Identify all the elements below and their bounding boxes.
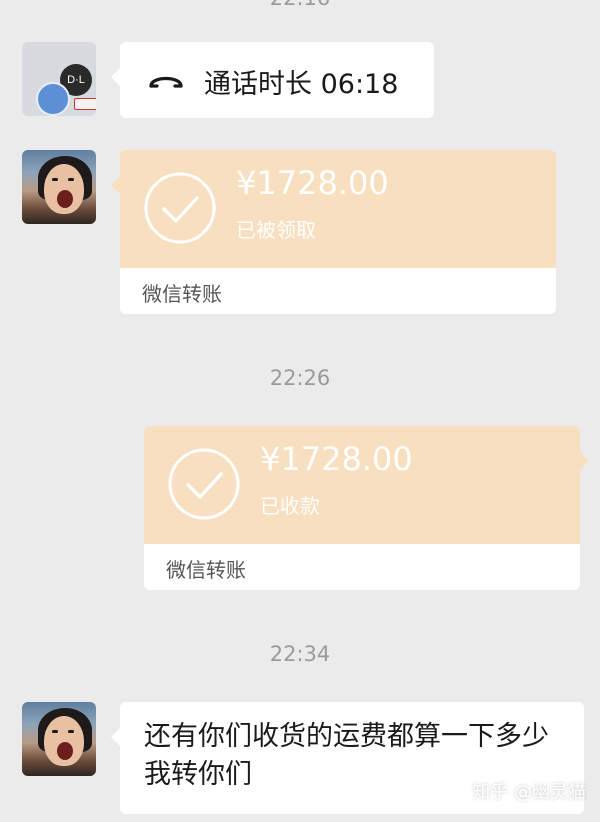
avatar-contact-photo[interactable] (22, 150, 96, 224)
logo-circle-icon (36, 82, 70, 116)
transfer-card-footer: 微信转账 (120, 268, 556, 314)
timestamp-top: 22:16 (0, 0, 600, 10)
logo-badge-icon (74, 98, 96, 110)
call-duration-bubble[interactable]: 通话时长 06:18 (111, 42, 434, 118)
timestamp-middle: 22:26 (269, 366, 331, 390)
zhihu-watermark: 知乎 @幽灵猫 (472, 782, 586, 803)
avatar-contact-logo[interactable]: D·L (22, 42, 96, 116)
transfer-status: 已被领取 (236, 218, 316, 242)
transfer-card-header: ¥1728.00 已被领取 (120, 150, 556, 268)
check-circle-icon (168, 448, 240, 520)
transfer-label: 微信转账 (142, 282, 222, 306)
transfer-card-header: ¥1728.00 已收款 (144, 426, 580, 544)
wechat-transfer-card-incoming[interactable]: ¥1728.00 已被领取 微信转账 (111, 150, 556, 314)
transfer-card-footer: 微信转账 (144, 544, 580, 590)
wechat-transfer-card-outgoing[interactable]: ¥1728.00 已收款 微信转账 (144, 426, 589, 590)
call-duration-text: 通话时长 06:18 (204, 69, 399, 100)
timestamp-bottom: 22:34 (269, 642, 331, 666)
transfer-label: 微信转账 (166, 558, 246, 582)
transfer-amount: ¥1728.00 (260, 440, 413, 478)
avatar-contact-photo[interactable] (22, 702, 96, 776)
transfer-amount: ¥1728.00 (236, 164, 389, 202)
transfer-status: 已收款 (260, 494, 320, 518)
check-circle-icon (144, 172, 216, 244)
phone-hangup-icon (149, 76, 183, 88)
